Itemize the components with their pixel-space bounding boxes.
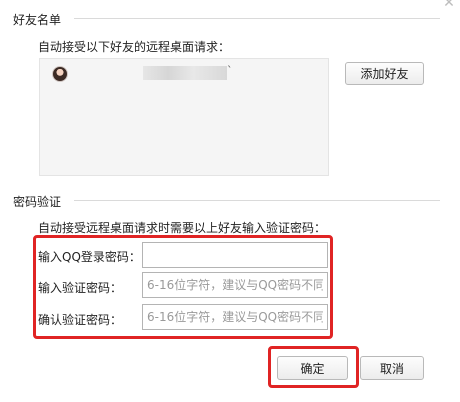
password-description: 自动接受远程桌面请求时需要以上好友输入验证密码： (38, 221, 327, 235)
qq-password-input[interactable] (142, 242, 328, 268)
friend-name-blurred[interactable]: ████████ (143, 66, 227, 80)
close-icon[interactable]: ✕ (440, 0, 458, 12)
friend-list[interactable]: ████████ ` (39, 58, 329, 176)
verify-password-label: 输入验证密码： (38, 281, 123, 295)
friend-name-tail: ` (227, 64, 233, 77)
avatar (52, 66, 68, 82)
verify-password-input[interactable] (142, 272, 328, 298)
confirm-password-input[interactable] (142, 304, 328, 330)
friends-description: 自动接受以下好友的远程桌面请求： (38, 40, 231, 54)
password-section-title: 密码验证 (13, 195, 62, 209)
cancel-button[interactable]: 取消 (360, 356, 424, 380)
friends-section-divider (74, 18, 440, 19)
qq-password-label: 输入QQ登录密码： (38, 250, 141, 264)
friends-section-title: 好友名单 (13, 13, 62, 27)
ok-button[interactable]: 确定 (277, 356, 348, 380)
confirm-password-label: 确认验证密码： (38, 313, 123, 327)
add-friend-button[interactable]: 添加好友 (345, 62, 424, 85)
password-section-divider (74, 200, 440, 201)
